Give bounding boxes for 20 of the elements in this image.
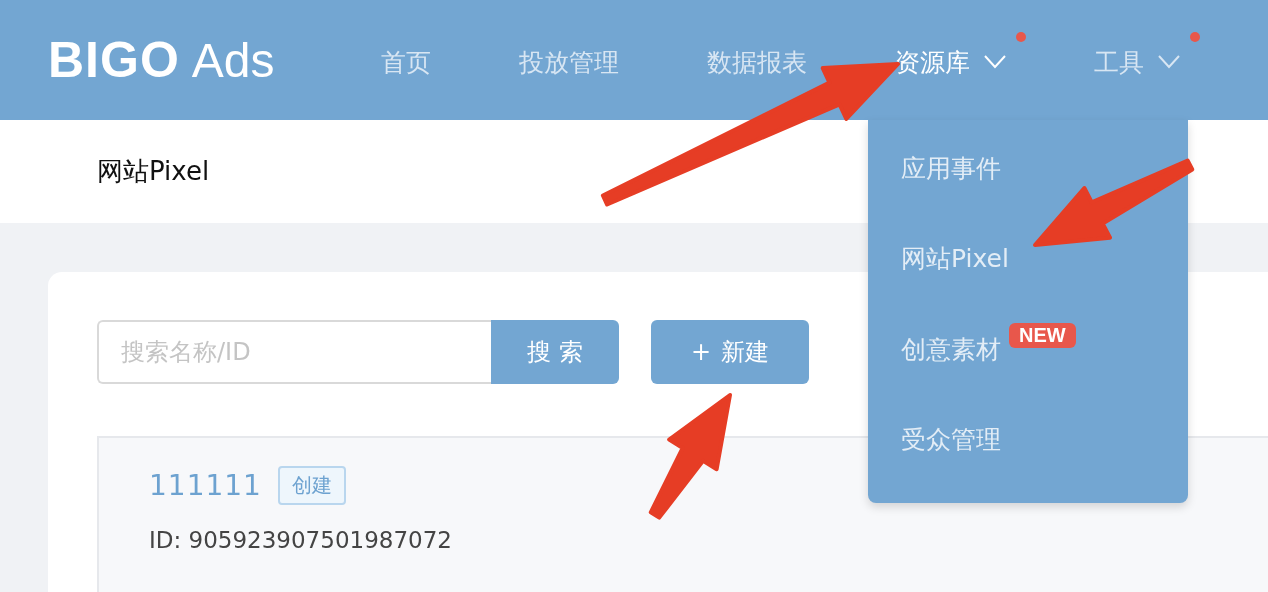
menu-item[interactable]: 应用事件 xyxy=(868,142,1188,233)
search-button[interactable]: 搜 索 xyxy=(491,320,619,384)
chevron-icon xyxy=(1158,55,1180,69)
create-button[interactable]: + 新建 xyxy=(651,320,809,384)
logo-text: BIGO xyxy=(48,31,180,89)
page-title: 网站Pixel xyxy=(97,155,210,188)
new-badge: NEW xyxy=(1009,322,1076,348)
nav-tab[interactable]: 首页 xyxy=(381,31,451,89)
chevron-icon xyxy=(984,55,1006,69)
menu-item[interactable]: 网站Pixel xyxy=(868,232,1188,323)
menu-item[interactable]: 创意素材 NEW xyxy=(868,322,1188,413)
pixel-id: ID: 905923907501987072 xyxy=(149,527,453,553)
nav-tab[interactable]: 工具 xyxy=(1094,31,1200,89)
search-field[interactable]: 搜索名称/ID xyxy=(97,320,491,384)
logo-text: Ads xyxy=(191,32,275,88)
status-tag: 创建 xyxy=(277,466,346,505)
nav-tab[interactable]: 数据报表 xyxy=(707,31,827,89)
pixel-name-link[interactable]: 111111 xyxy=(149,469,262,502)
nav-tab[interactable]: 投放管理 xyxy=(519,31,639,89)
menu-item[interactable]: 受众管理 xyxy=(868,412,1188,503)
